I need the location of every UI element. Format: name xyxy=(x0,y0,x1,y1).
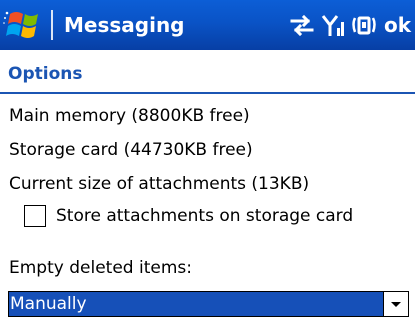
screen: Messaging ok Options Main memory (8800KB… xyxy=(0,0,415,320)
empty-deleted-dropdown[interactable]: Manually xyxy=(8,291,409,317)
store-attachments-checkbox[interactable] xyxy=(24,205,46,227)
store-attachments-label[interactable]: Store attachments on storage card xyxy=(56,205,353,227)
empty-deleted-label: Empty deleted items: xyxy=(9,258,192,278)
volume-icon[interactable] xyxy=(351,12,381,38)
main-memory-text: Main memory (8800KB free) xyxy=(9,106,250,126)
header-divider xyxy=(0,92,415,94)
antenna-signal-icon[interactable] xyxy=(321,12,345,38)
chevron-down-icon xyxy=(391,302,401,307)
title-separator xyxy=(51,10,53,40)
page-title: Options xyxy=(8,64,83,84)
storage-card-text: Storage card (44730KB free) xyxy=(9,140,253,160)
title-bar: Messaging ok xyxy=(0,0,415,50)
empty-deleted-selected-value[interactable]: Manually xyxy=(9,292,383,316)
ok-button[interactable]: ok xyxy=(384,10,415,40)
windows-flag-icon xyxy=(3,11,38,38)
attachments-size-text: Current size of attachments (13KB) xyxy=(9,174,310,194)
dropdown-arrow-button[interactable] xyxy=(383,292,408,316)
page-header: Options xyxy=(0,50,415,94)
app-title: Messaging xyxy=(64,13,185,37)
start-button[interactable] xyxy=(0,0,50,50)
sync-arrows-icon[interactable] xyxy=(288,12,316,38)
